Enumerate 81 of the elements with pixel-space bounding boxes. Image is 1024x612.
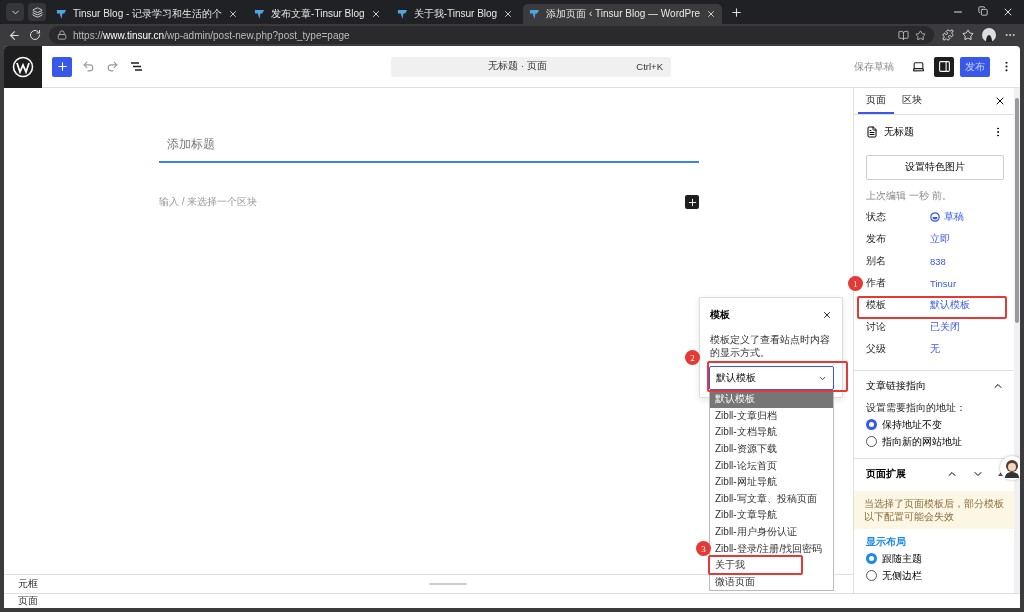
reader-icon[interactable] [898, 29, 909, 41]
metabox-title: 元框 [18, 577, 38, 591]
property-label: 模板 [866, 298, 887, 312]
popover-description: 模板定义了查看站点时内容的显示方式。 [710, 334, 831, 359]
tab-menu-button[interactable] [6, 3, 24, 21]
property-value-link[interactable]: 已关闭 [930, 320, 960, 334]
redirect-prompt: 设置需要指向的地址： [866, 401, 967, 415]
plus-icon [686, 196, 698, 208]
property-value-link[interactable]: 默认模板 [930, 298, 970, 312]
resize-handle[interactable] [428, 583, 467, 585]
restore-icon[interactable] [978, 6, 988, 16]
property-label: 父级 [866, 342, 887, 356]
extensions-icon[interactable] [942, 29, 954, 41]
undo-icon [81, 60, 95, 73]
radio-label: 保持地址不变 [882, 418, 942, 432]
page-icon [866, 126, 878, 138]
draft-status-icon [930, 212, 940, 222]
radio-label: 无侧边栏 [882, 569, 922, 583]
property-value-link[interactable]: 无 [930, 342, 940, 356]
popover-title: 模板 [710, 308, 730, 322]
site-favicon-icon [56, 8, 67, 20]
property-value-link[interactable]: 草稿 [930, 210, 964, 224]
add-block-button[interactable] [685, 195, 699, 209]
radio-button[interactable] [866, 419, 877, 430]
radio-label: 跟随主题 [882, 552, 922, 566]
command-search[interactable]: 无标题 · 页面 Ctrl+K [391, 56, 671, 77]
close-icon[interactable] [370, 9, 381, 19]
scrollbar[interactable] [1014, 88, 1020, 593]
radio-button[interactable] [866, 553, 877, 564]
browser-tab[interactable]: 关于我-Tinsur Blog [390, 4, 520, 24]
sidebar-toggle-button[interactable] [934, 56, 954, 77]
radio-label: 指向新的网站地址 [882, 435, 962, 449]
close-icon [994, 95, 1006, 107]
property-label: 状态 [866, 210, 887, 224]
profile-avatar-icon[interactable] [982, 28, 996, 42]
plus-icon [729, 5, 743, 19]
panel-title: 文章链接指向 [866, 379, 926, 393]
page-title: 无标题 [884, 125, 915, 139]
property-value-link[interactable]: Tinsur [930, 277, 957, 289]
sidebar-tab[interactable]: 区块 [894, 88, 930, 114]
browser-tab[interactable]: 发布文章-Tinsur Blog [248, 4, 387, 24]
favorites-icon[interactable] [962, 29, 974, 41]
plus-icon [55, 60, 69, 73]
notice-text: 当选择了页面模板后，部分模板以下配置可能会失效 [854, 491, 1014, 529]
title-field[interactable]: 添加标题 [159, 136, 699, 163]
address-field[interactable]: https://www.tinsur.cn/wp-admin/post-new.php?post_type=page [49, 26, 934, 44]
close-icon[interactable] [503, 9, 514, 19]
logo-icon[interactable] [4, 46, 42, 88]
lock-icon[interactable] [57, 30, 67, 40]
property-label: 作者 [866, 276, 887, 290]
close-icon[interactable] [706, 9, 717, 19]
breadcrumb-item[interactable]: 页面 [18, 594, 38, 608]
assistant-avatar-icon[interactable] [1000, 456, 1020, 480]
property-label: 讨论 [866, 320, 887, 334]
publish-button[interactable]: 发布 [960, 56, 990, 77]
redo-icon [105, 60, 119, 73]
sidebar-icon [937, 60, 951, 73]
list-view-icon [129, 60, 143, 73]
site-favicon-icon [529, 8, 541, 20]
browser-tab[interactable]: Tinsur Blog - 记录学习和生活的个 [50, 4, 245, 24]
panel-title: 页面扩展 [866, 467, 906, 481]
property-label: 别名 [866, 254, 887, 268]
property-value-link[interactable]: 838 [930, 255, 946, 267]
section-title: 显示布局 [866, 535, 907, 549]
star-icon[interactable] [915, 29, 926, 41]
save-draft-button[interactable]: 保存草稿 [848, 58, 900, 75]
close-icon[interactable] [228, 9, 239, 19]
close-icon[interactable] [822, 310, 832, 320]
site-favicon-icon [396, 8, 408, 20]
sidebar-tab[interactable]: 页面 [858, 88, 894, 114]
back-icon[interactable] [8, 28, 21, 42]
close-icon[interactable] [1002, 6, 1014, 18]
site-favicon-icon [254, 8, 266, 20]
last-edited-text: 上次编辑 一秒 前。 [866, 189, 953, 203]
featured-image-button[interactable]: 设置特色图片 [866, 155, 1004, 180]
browser-tab[interactable]: 添加页面 ‹ Tinsur Blog — WordPre [523, 4, 723, 24]
laptop-icon [911, 60, 925, 73]
reload-icon[interactable] [29, 29, 41, 41]
property-value-link[interactable]: 立即 [930, 232, 950, 246]
property-label: 发布 [866, 232, 887, 246]
workspaces-button[interactable] [28, 3, 46, 21]
